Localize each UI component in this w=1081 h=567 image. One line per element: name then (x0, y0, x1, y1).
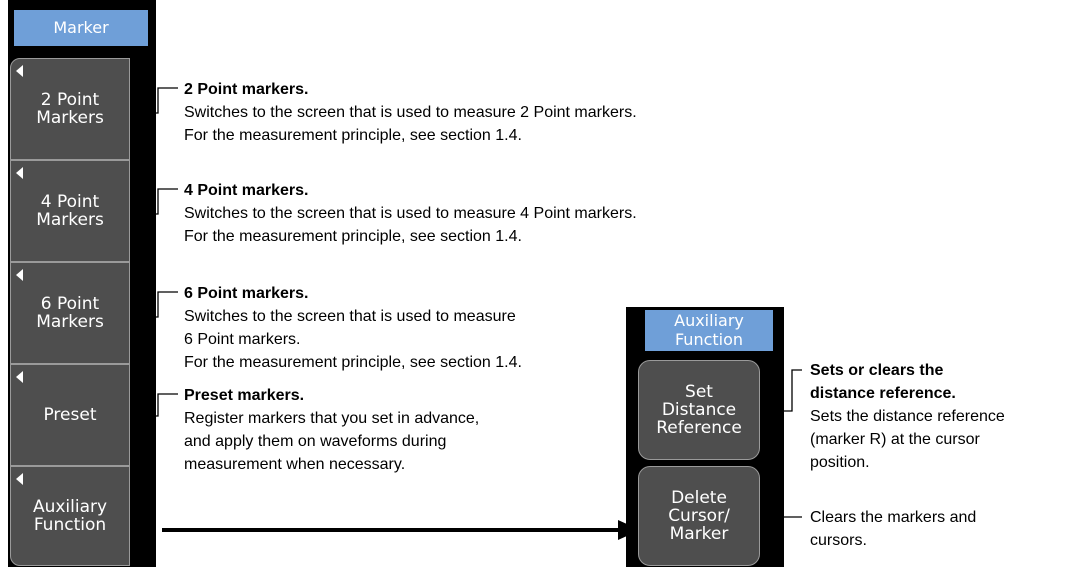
key-label: 4 Point Markers (36, 192, 104, 230)
four-point-markers-key[interactable]: 4 Point Markers (10, 160, 130, 262)
description-title: 4 Point markers. (184, 182, 309, 199)
marker-menu-header: Marker (14, 10, 148, 46)
description-title: Sets or clears the distance reference. (810, 362, 956, 402)
auxiliary-function-header: Auxiliary Function (645, 310, 773, 351)
description-title: 6 Point markers. (184, 285, 309, 302)
auxiliary-function-key[interactable]: Auxiliary Function (10, 466, 130, 566)
description-body: Clears the markers and cursors. (810, 509, 977, 549)
key-label: Set Distance Reference (656, 382, 742, 438)
two-point-markers-description: 2 Point markers. Switches to the screen … (184, 78, 637, 147)
key-label: Preset (43, 405, 97, 425)
left-arrow-icon (16, 269, 23, 281)
description-body: Register markers that you set in advance… (184, 410, 480, 473)
four-point-markers-description: 4 Point markers. Switches to the screen … (184, 179, 637, 248)
key-label: 6 Point Markers (36, 294, 104, 332)
distance-reference-description: Sets or clears the distance reference. S… (810, 359, 1078, 474)
delete-cursor-marker-description: Clears the markers and cursors. (810, 506, 1078, 552)
two-point-markers-key[interactable]: 2 Point Markers (10, 58, 130, 160)
left-arrow-icon (16, 473, 23, 485)
six-point-markers-key[interactable]: 6 Point Markers (10, 262, 130, 364)
left-arrow-icon (16, 167, 23, 179)
key-label: 2 Point Markers (36, 90, 104, 128)
preset-key[interactable]: Preset (10, 364, 130, 466)
preset-markers-description: Preset markers. Register markers that yo… (184, 384, 479, 476)
set-distance-reference-key[interactable]: Set Distance Reference (638, 360, 760, 460)
description-body: Switches to the screen that is used to m… (184, 104, 637, 144)
description-body: Sets the distance reference (marker R) a… (810, 408, 1005, 471)
description-body: Switches to the screen that is used to m… (184, 205, 637, 245)
key-label: Delete Cursor/ Marker (668, 488, 730, 544)
description-body: Switches to the screen that is used to m… (184, 308, 522, 371)
delete-cursor-marker-key[interactable]: Delete Cursor/ Marker (638, 466, 760, 566)
left-arrow-icon (16, 65, 23, 77)
six-point-markers-description: 6 Point markers. Switches to the screen … (184, 282, 522, 374)
left-arrow-icon (16, 371, 23, 383)
description-title: 2 Point markers. (184, 81, 309, 98)
key-label: Auxiliary Function (32, 497, 108, 535)
description-title: Preset markers. (184, 387, 305, 404)
